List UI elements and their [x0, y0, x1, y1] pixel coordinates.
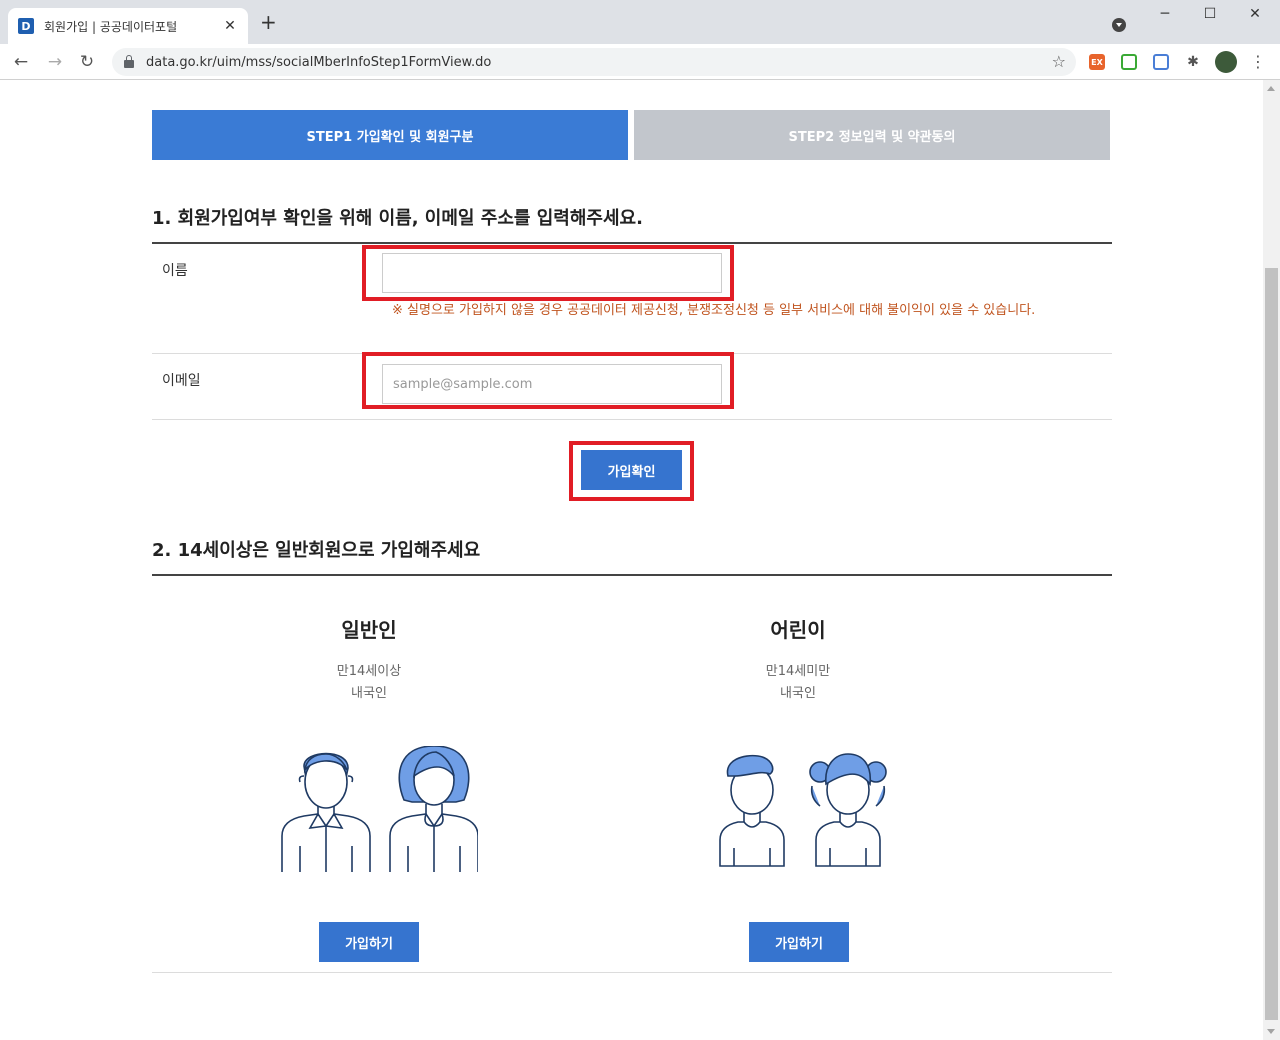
page-scrollbar[interactable]: [1263, 80, 1280, 1040]
child-nationality-text: 내국인: [780, 686, 816, 701]
page-content: STEP1 가입확인 및 회원구분 STEP2 정보입력 및 약관동의 1. 회…: [0, 80, 1263, 1040]
email-label: 이메일: [162, 373, 201, 389]
address-url: data.go.kr/uim/mss/socialMberInfoStep1Fo…: [146, 54, 492, 70]
child-desc: 만14세미만 내국인: [648, 661, 948, 705]
signup-confirm-button[interactable]: 가입확인: [581, 450, 682, 490]
window-close-icon[interactable]: ✕: [1240, 6, 1270, 26]
browser-tab[interactable]: D 회원가입 | 공공데이터포털 ✕: [8, 8, 248, 44]
back-icon[interactable]: ←: [10, 51, 32, 73]
section1-divider: [152, 242, 1112, 244]
site-favicon-icon: D: [18, 18, 34, 34]
browser-titlebar: D 회원가입 | 공공데이터포털 ✕ + ─ ☐ ✕: [0, 0, 1280, 44]
name-input[interactable]: [382, 253, 722, 293]
section2-title: 2. 14세이상은 일반회원으로 가입해주세요: [152, 540, 481, 561]
new-tab-icon[interactable]: +: [260, 12, 277, 32]
maximize-icon[interactable]: ☐: [1195, 6, 1225, 26]
name-notice: ※ 실명으로 가입하지 않을 경우 공공데이터 제공신청, 분쟁조정신청 등 일…: [392, 303, 1036, 318]
section1-title: 1. 회원가입여부 확인을 위해 이름, 이메일 주소를 입력해주세요.: [152, 208, 643, 229]
adult-age-text: 만14세이상: [336, 664, 402, 679]
profile-avatar[interactable]: [1215, 51, 1237, 73]
scroll-down-icon[interactable]: [1267, 1029, 1275, 1034]
bottom-divider: [152, 972, 1112, 973]
row-divider: [152, 419, 1112, 420]
lock-icon: [124, 55, 134, 68]
adult-column: 일반인 만14세이상 내국인: [219, 614, 519, 705]
bookmark-star-icon[interactable]: ☆: [1052, 52, 1066, 71]
step1-tab: STEP1 가입확인 및 회원구분: [152, 110, 628, 160]
minimize-icon[interactable]: ─: [1150, 6, 1180, 26]
browser-menu-icon[interactable]: ⋮: [1250, 52, 1266, 72]
adult-illustration: [281, 746, 478, 872]
tab-title: 회원가입 | 공공데이터포털: [44, 19, 178, 34]
child-signup-button[interactable]: 가입하기: [749, 922, 849, 962]
email-input[interactable]: [382, 364, 722, 404]
child-illustration: [719, 753, 887, 867]
forward-icon[interactable]: →: [44, 51, 66, 73]
tab-search-icon[interactable]: [1112, 18, 1126, 32]
scroll-up-icon[interactable]: [1267, 86, 1275, 91]
name-label: 이름: [162, 263, 188, 279]
extensions-puzzle-icon[interactable]: ✱: [1185, 54, 1201, 70]
child-column: 어린이 만14세미만 내국인: [648, 614, 948, 705]
extension-green-icon[interactable]: [1121, 54, 1137, 70]
adult-title: 일반인: [341, 618, 397, 642]
child-age-text: 만14세미만: [765, 664, 831, 679]
step2-tab: STEP2 정보입력 및 약관동의: [634, 110, 1110, 160]
address-bar[interactable]: data.go.kr/uim/mss/socialMberInfoStep1Fo…: [112, 48, 1076, 76]
adult-signup-button[interactable]: 가입하기: [319, 922, 419, 962]
step-indicator: STEP1 가입확인 및 회원구분 STEP2 정보입력 및 약관동의: [152, 110, 1110, 160]
browser-toolbar: ← → ↻ data.go.kr/uim/mss/socialMberInfoS…: [0, 44, 1280, 80]
child-title: 어린이: [770, 618, 826, 642]
extension-blue-icon[interactable]: [1153, 54, 1169, 70]
reload-icon[interactable]: ↻: [76, 51, 98, 73]
section2-divider: [152, 574, 1112, 576]
extension-ex-icon[interactable]: EX: [1089, 54, 1105, 70]
adult-desc: 만14세이상 내국인: [219, 661, 519, 705]
scrollbar-thumb[interactable]: [1265, 268, 1278, 1020]
tab-close-icon[interactable]: ✕: [222, 18, 238, 34]
adult-nationality-text: 내국인: [351, 686, 387, 701]
